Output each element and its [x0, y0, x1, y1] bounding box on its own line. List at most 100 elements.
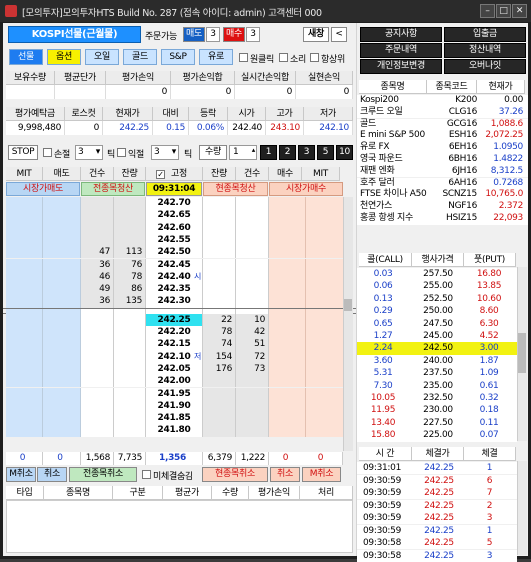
back-button[interactable]: < [331, 27, 347, 42]
price-cell[interactable]: 241.90 [146, 399, 203, 413]
market-row[interactable]: 호주 달러 6AH16 0.7268 [357, 177, 528, 190]
market-buy-button[interactable]: 시장가매수 [269, 182, 343, 196]
fixed-checkbox[interactable]: ✓ [156, 170, 165, 179]
sell-order-cell[interactable] [43, 233, 81, 247]
mit-sell-cell[interactable] [6, 209, 43, 222]
stoploss-select[interactable]: 3 ▾ [75, 145, 103, 160]
market-row[interactable]: 천연가스 NGF16 2.372 [357, 201, 528, 213]
mit-buy-cell[interactable] [306, 362, 343, 376]
category-tab-1[interactable]: 옵션 [47, 49, 81, 65]
price-cell[interactable]: 242.45 [146, 258, 203, 271]
cancel-current-button[interactable]: 현종목취소 [202, 467, 268, 482]
minimize-icon[interactable]: – [480, 4, 495, 18]
price-cell[interactable]: 241.80 [146, 424, 203, 437]
buy-order-cell[interactable] [269, 424, 306, 437]
buy-order-cell[interactable] [269, 326, 306, 339]
buy-order-cell[interactable] [269, 313, 306, 326]
product-select[interactable]: KOSPI선물(근월물) [8, 26, 141, 43]
mit-buy-cell[interactable] [306, 313, 343, 326]
mit-buy-cell[interactable] [306, 246, 343, 259]
price-cell[interactable]: 242.55 [146, 233, 203, 247]
sell-order-cell[interactable] [43, 258, 81, 271]
category-tab-3[interactable]: 골드 [123, 49, 157, 65]
sell-order-cell[interactable] [43, 424, 81, 437]
market-row[interactable]: E mini S&P 500 ESH16 2,072.25 [357, 130, 528, 142]
market-row[interactable]: 골드 GCG16 1,088.6 [357, 118, 528, 131]
mit-buy-cell[interactable] [306, 387, 343, 400]
sell-order-cell[interactable] [43, 387, 81, 400]
sell-order-cell[interactable] [43, 326, 81, 339]
mit-sell-cell[interactable] [6, 387, 43, 400]
tick-scrollbar[interactable] [517, 461, 527, 555]
buy-order-cell[interactable] [269, 399, 306, 413]
buy-order-cell[interactable] [269, 283, 306, 296]
sell-order-cell[interactable] [43, 362, 81, 376]
market-row[interactable]: Kospi200 K200 0.00 [357, 95, 528, 107]
market-row[interactable]: 홍콩 항셍 지수 HSIZ15 22,093 [357, 213, 528, 225]
category-tab-2[interactable]: 오일 [85, 49, 119, 65]
mit-sell-cell[interactable] [6, 258, 43, 271]
mit-sell-cell[interactable] [6, 283, 43, 296]
menu-button-1[interactable]: 입출금 [444, 27, 526, 42]
always-on-top-checkbox[interactable] [310, 53, 319, 62]
sell-order-cell[interactable] [43, 283, 81, 296]
qty-button[interactable]: 수량 [199, 145, 227, 160]
mit-sell-cell[interactable] [6, 412, 43, 425]
mit-buy-cell[interactable] [306, 375, 343, 388]
buy-order-cell[interactable] [269, 258, 306, 271]
mit-sell-cell[interactable] [6, 197, 43, 210]
menu-button-2[interactable]: 주문내역 [360, 43, 442, 58]
buy-order-cell[interactable] [269, 387, 306, 400]
sell-order-cell[interactable] [43, 197, 81, 210]
mit-buy-cell[interactable] [306, 295, 343, 308]
buy-order-cell[interactable] [269, 295, 306, 308]
mit-sell-cell[interactable] [6, 362, 43, 376]
mit-sell-cell[interactable] [6, 399, 43, 413]
buy-order-cell[interactable] [269, 412, 306, 425]
clear-current-button[interactable]: 현종목청산 [203, 182, 268, 196]
buy-mode-button[interactable]: 매수 [223, 27, 245, 42]
cancel-buy-button[interactable]: 취소 [270, 467, 300, 482]
option-row[interactable]: 0.06 255.00 13.85 [357, 280, 517, 294]
market-sell-button[interactable]: 시장가매도 [6, 182, 80, 196]
sell-order-cell[interactable] [43, 246, 81, 259]
price-cell[interactable]: 242.05 [146, 362, 203, 376]
option-scrollbar-thumb[interactable] [518, 333, 526, 373]
option-row[interactable]: 0.65 247.50 6.30 [357, 317, 517, 331]
option-row[interactable]: 1.27 245.00 4.52 [357, 330, 517, 343]
clear-all-button[interactable]: 전종목청산 [81, 182, 145, 196]
price-cell[interactable]: 242.25 [146, 313, 203, 326]
price-cell[interactable]: 242.15 [146, 338, 203, 351]
menu-button-4[interactable]: 개인정보변경 [360, 59, 442, 74]
mit-buy-cell[interactable] [306, 270, 343, 284]
buy-order-cell[interactable] [269, 375, 306, 388]
mit-buy-cell[interactable] [306, 326, 343, 339]
price-cell[interactable]: 242.00 [146, 375, 203, 388]
option-row[interactable]: 11.95 230.00 0.18 [357, 404, 517, 418]
sell-order-cell[interactable] [43, 295, 81, 308]
mit-sell-cell[interactable] [6, 375, 43, 388]
mit-buy-cell[interactable] [306, 209, 343, 222]
mit-buy-cell[interactable] [306, 283, 343, 296]
buy-qty-field[interactable]: 3 [246, 27, 260, 42]
buy-order-cell[interactable] [269, 338, 306, 351]
category-tab-4[interactable]: S&P [161, 49, 195, 65]
market-row[interactable]: 크루드 오일 CLG16 37.26 [357, 106, 528, 119]
market-row[interactable]: 유로 FX 6EH16 1.0950 [357, 142, 528, 154]
sell-order-cell[interactable] [43, 399, 81, 413]
option-row[interactable]: 0.03 257.50 16.80 [357, 268, 517, 281]
sell-order-cell[interactable] [43, 313, 81, 326]
category-tab-5[interactable]: 유로 [199, 49, 233, 65]
category-tab-0[interactable]: 선물 [9, 49, 43, 65]
sell-order-cell[interactable] [43, 221, 81, 234]
mit-sell-cell[interactable] [6, 270, 43, 284]
menu-button-5[interactable]: 오버나잇 [444, 59, 526, 74]
cancel-sell-button[interactable]: 취소 [37, 467, 67, 482]
mit-buy-cell[interactable] [306, 338, 343, 351]
price-cell[interactable]: 242.65 [146, 209, 203, 222]
new-window-button[interactable]: 새창 [303, 27, 329, 42]
menu-button-0[interactable]: 공지사항 [360, 27, 442, 42]
market-row[interactable]: 재팬 엔화 6JH16 8,312.5 [357, 165, 528, 178]
price-cell[interactable]: 241.85 [146, 412, 203, 425]
sell-order-cell[interactable] [43, 338, 81, 351]
